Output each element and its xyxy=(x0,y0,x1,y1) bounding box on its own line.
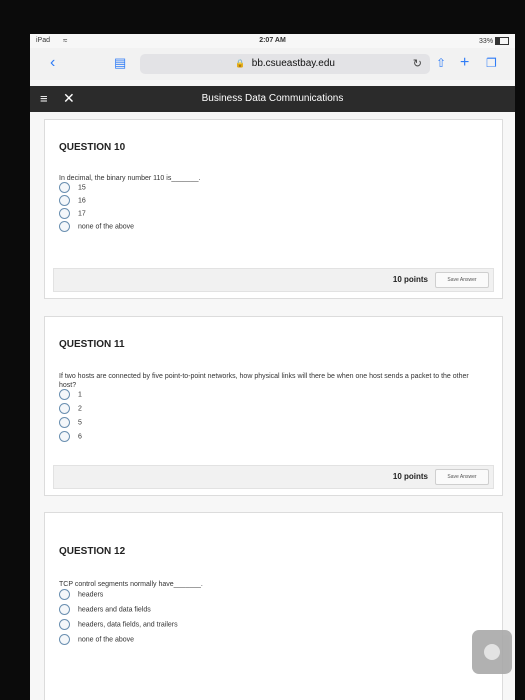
share-icon[interactable]: ⇧ xyxy=(436,54,446,72)
answer-option[interactable]: 2 xyxy=(59,403,82,415)
radio-button[interactable] xyxy=(59,431,70,442)
radio-button[interactable] xyxy=(59,195,70,206)
browser-toolbar: ‹ ▤ 🔒 bb.csueastbay.edu ↻ ⇧ + ❐ xyxy=(30,48,515,80)
radio-button[interactable] xyxy=(59,221,70,232)
back-icon[interactable]: ‹ xyxy=(50,54,55,72)
bookmarks-icon[interactable]: ▤ xyxy=(114,54,126,72)
status-bar: iPad ≈ 2:07 AM 33% xyxy=(30,34,515,48)
save-answer-button[interactable]: Save Answer xyxy=(435,272,489,288)
radio-button[interactable] xyxy=(59,182,70,193)
answer-option[interactable]: none of the above xyxy=(59,221,134,233)
radio-button[interactable] xyxy=(59,604,70,615)
answer-option[interactable]: headers, data fields, and trailers xyxy=(59,619,178,631)
question-title: QUESTION 11 xyxy=(59,339,125,350)
points-label: 10 points xyxy=(392,472,428,481)
radio-button[interactable] xyxy=(59,417,70,428)
answer-option[interactable]: none of the above xyxy=(59,634,134,646)
url-text: bb.csueastbay.edu xyxy=(251,58,335,69)
battery-percent: 33% xyxy=(479,37,494,45)
question-footer: 10 points Save Answer xyxy=(53,268,494,292)
radio-button[interactable] xyxy=(59,634,70,645)
radio-button[interactable] xyxy=(59,389,70,400)
app-header: ≡ ✕ Business Data Communications xyxy=(30,86,515,112)
question-card: QUESTION 10 In decimal, the binary numbe… xyxy=(44,119,503,299)
question-text: TCP control segments normally have______… xyxy=(59,581,203,588)
reload-icon[interactable]: ↻ xyxy=(413,54,422,74)
answer-option[interactable]: 1 xyxy=(59,389,82,401)
save-answer-button[interactable]: Save Answer xyxy=(435,469,489,485)
question-text: If two hosts are connected by five point… xyxy=(59,373,469,389)
course-title: Business Data Communications xyxy=(201,93,344,104)
radio-button[interactable] xyxy=(59,403,70,414)
device-screen: iPad ≈ 2:07 AM 33% ‹ ▤ 🔒 bb.csueastbay.e… xyxy=(30,34,515,700)
question-title: QUESTION 12 xyxy=(59,546,126,557)
answer-option[interactable]: 5 xyxy=(59,417,82,429)
new-tab-icon[interactable]: + xyxy=(460,54,469,72)
lock-icon: 🔒 xyxy=(235,59,245,68)
question-card: QUESTION 11 If two hosts are connected b… xyxy=(44,316,503,496)
question-title: QUESTION 10 xyxy=(59,142,126,153)
answer-option[interactable]: 17 xyxy=(59,208,86,220)
battery-icon xyxy=(495,37,509,45)
clock: 2:07 AM xyxy=(259,37,286,44)
tabs-icon[interactable]: ❐ xyxy=(486,54,497,72)
battery-indicator: 33% xyxy=(479,37,509,45)
answer-option[interactable]: headers and data fields xyxy=(59,604,151,616)
answer-option[interactable]: 6 xyxy=(59,431,82,443)
answer-option[interactable]: headers xyxy=(59,589,103,601)
question-card: QUESTION 12 TCP control segments normall… xyxy=(44,512,503,700)
question-text: In decimal, the binary number 110 is____… xyxy=(59,175,201,182)
radio-button[interactable] xyxy=(59,208,70,219)
answer-option[interactable]: 16 xyxy=(59,195,86,207)
radio-button[interactable] xyxy=(59,589,70,600)
address-bar[interactable]: 🔒 bb.csueastbay.edu ↻ xyxy=(140,54,430,74)
points-label: 10 points xyxy=(392,275,428,284)
question-footer: 10 points Save Answer xyxy=(53,465,494,489)
assistive-touch-button[interactable] xyxy=(472,630,512,674)
radio-button[interactable] xyxy=(59,619,70,630)
answer-option[interactable]: 15 xyxy=(59,182,86,194)
